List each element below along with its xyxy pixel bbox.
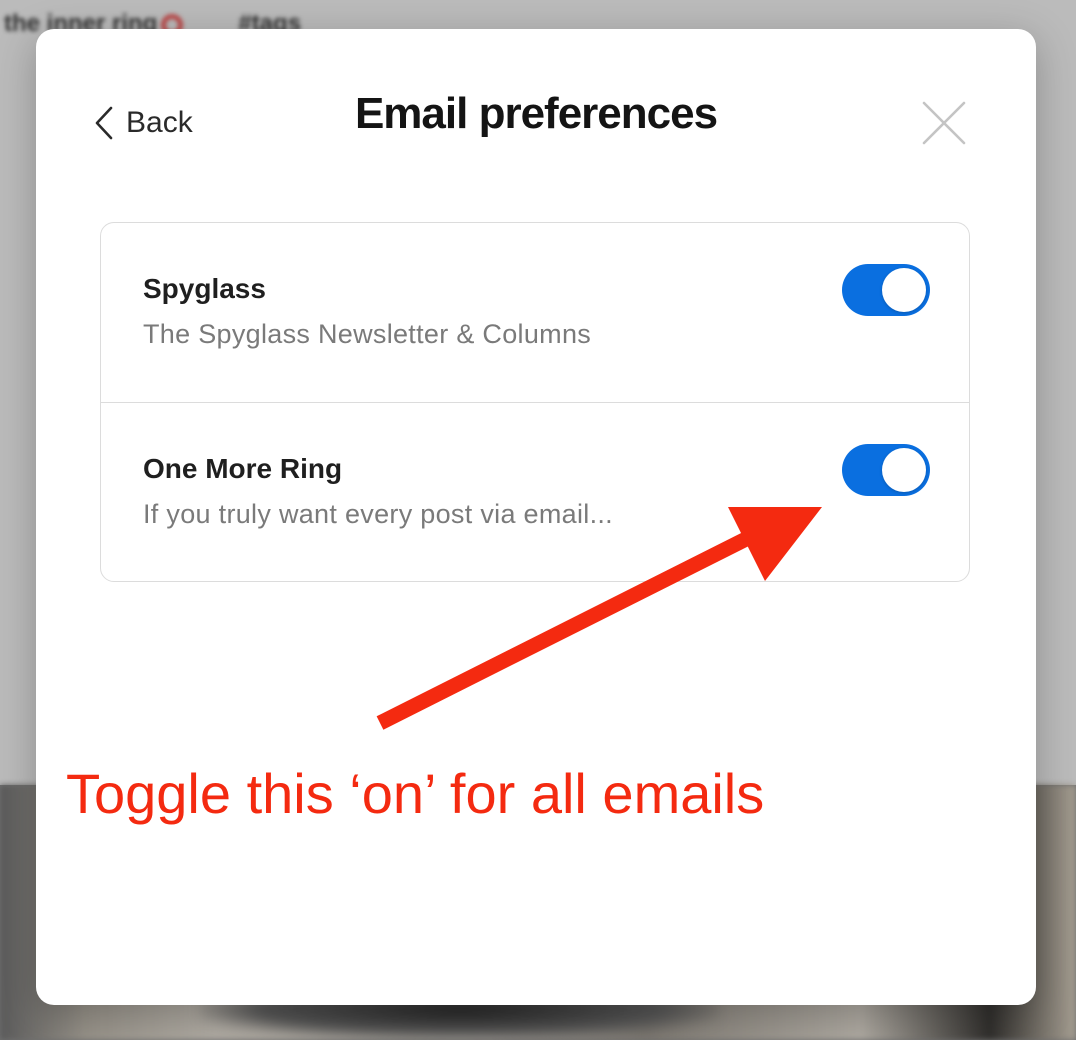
email-preferences-modal: Back Email preferences Spyglass The Spyg… [36, 29, 1036, 1005]
newsletter-row-spyglass: Spyglass The Spyglass Newsletter & Colum… [101, 223, 969, 402]
one-more-ring-toggle[interactable] [842, 444, 930, 496]
toggle-knob [882, 448, 926, 492]
newsletter-description: If you truly want every post via email..… [143, 499, 613, 529]
newsletter-name: One More Ring [143, 453, 343, 484]
close-button[interactable] [920, 99, 968, 147]
spyglass-toggle[interactable] [842, 264, 930, 316]
modal-header: Back Email preferences [36, 29, 1036, 209]
toggle-knob [882, 268, 926, 312]
newsletter-description: The Spyglass Newsletter & Columns [143, 319, 592, 349]
newsletter-list: Spyglass The Spyglass Newsletter & Colum… [100, 222, 970, 582]
annotation-text: Toggle this ‘on’ for all emails [66, 762, 765, 825]
newsletter-name: Spyglass [143, 273, 266, 304]
newsletter-row-one-more-ring: One More Ring If you truly want every po… [101, 402, 969, 581]
close-icon [920, 99, 968, 147]
modal-title: Email preferences [354, 89, 718, 138]
